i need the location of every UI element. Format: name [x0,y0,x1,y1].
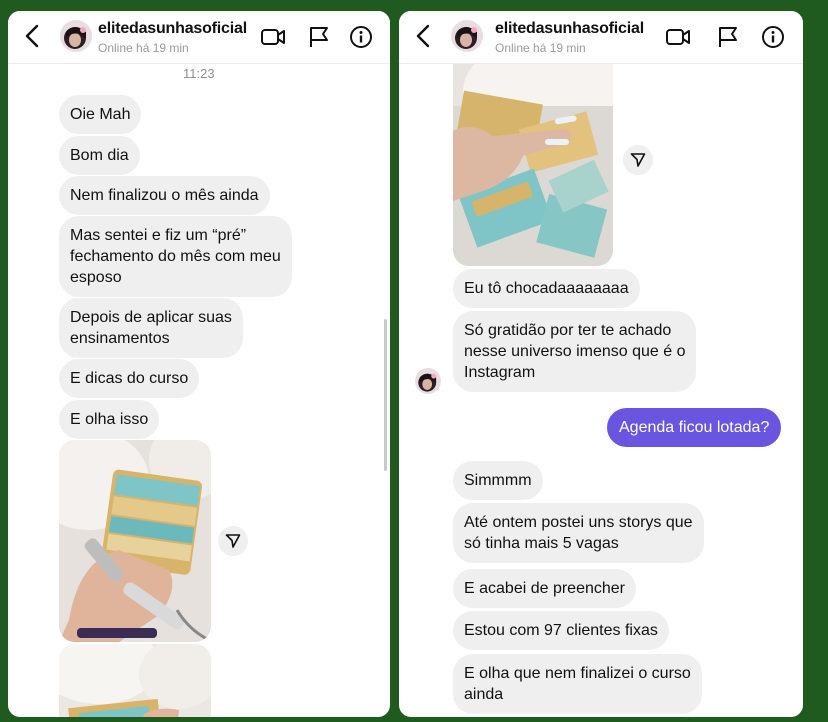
timestamp: 11:23 [183,66,215,81]
share-button[interactable] [218,526,248,556]
outgoing-message-bubble: Agenda ficou lotada? [607,408,782,447]
message-bubble: E acabei de preencher [453,569,636,608]
photo-message[interactable] [453,51,613,266]
photo-message[interactable] [59,644,211,717]
video-camera-icon[interactable] [665,25,691,49]
chat-header: elitedasunhasoficial Online há 19 min [399,11,803,64]
online-status: Online há 19 min [495,41,586,55]
message-bubble: Estou com 97 clientes fixas [453,611,669,650]
message-bubble: E olha isso [59,400,160,439]
avatar[interactable] [451,20,483,52]
message-bubble: Oie Mah [59,95,142,134]
photo-message[interactable] [59,440,211,642]
online-status: Online há 19 min [98,41,189,55]
send-icon [630,153,646,167]
chevron-left-icon[interactable] [22,23,44,49]
chat-header: elitedasunhasoficial Online há 19 min [8,11,390,64]
message-bubble: Mas sentei e fiz um “pré” fechamento do … [59,216,292,297]
message-bubble: Depois de aplicar suas ensinamentos [59,298,243,358]
chat-panel-left: elitedasunhasoficial Online há 19 min 11… [8,11,390,717]
message-bubble: Só gratidão por ter te achado nesse univ… [453,311,697,392]
flag-icon[interactable] [306,25,332,49]
message-bubble: Simmmm [453,461,543,500]
video-camera-icon[interactable] [260,25,286,49]
avatar[interactable] [415,368,441,394]
message-bubble: Até ontem postei uns storys que só tinha… [453,503,704,563]
scrollbar[interactable] [384,319,387,471]
message-bubble: Bom dia [59,136,140,175]
username[interactable]: elitedasunhasoficial [495,20,644,38]
message-bubble: Eu tô chocadaaaaaaaa [453,269,640,308]
message-bubble: E dicas do curso [59,359,200,398]
username[interactable]: elitedasunhasoficial [98,20,247,38]
info-icon[interactable] [760,25,786,49]
message-bubble: E olha que nem finalizei o curso ainda [453,654,702,714]
info-icon[interactable] [348,25,374,49]
flag-icon[interactable] [715,25,741,49]
send-icon [225,534,241,548]
share-button[interactable] [623,145,653,175]
chat-panel-right: elitedasunhasoficial Online há 19 min Eu… [399,11,803,717]
message-bubble: Nem finalizou o mês ainda [59,176,270,215]
chevron-left-icon[interactable] [413,23,435,49]
avatar[interactable] [60,20,92,52]
